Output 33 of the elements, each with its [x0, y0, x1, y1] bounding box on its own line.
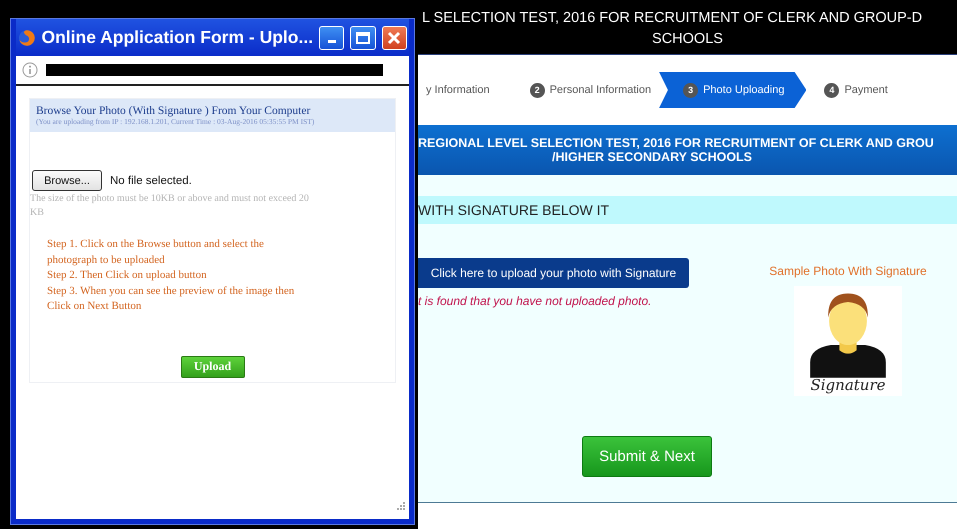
window-title: Online Application Form - Uplo... — [41, 27, 314, 48]
browse-button[interactable]: Browse... — [32, 170, 102, 191]
file-status: No file selected. — [110, 174, 192, 186]
maximize-icon — [356, 32, 370, 44]
upload-photo-button[interactable]: Click here to upload your photo with Signature — [418, 258, 689, 288]
banner-title: REGIONAL LEVEL SELECTION TEST, 2016 FOR RECRUITMENT OF CLERK AND GROU — [418, 136, 935, 150]
header-title: L SELECTION TEST, 2016 FOR RECRUITMENT OF CLERK AND GROUP-D — [421, 9, 922, 28]
step-number: 3 — [683, 82, 698, 98]
error-message: t is found that you have not uploaded photo. — [418, 294, 653, 308]
instruction-step: Step 2. Then Click on upload button — [47, 268, 312, 284]
resize-grip-icon[interactable] — [396, 501, 406, 511]
header-title: SCHOOLS — [652, 30, 723, 49]
signature-text: Signature — [810, 376, 886, 394]
step-number: 4 — [824, 82, 840, 98]
instruction-step: Step 3. When you can see the preview of the image then Click on Next Button — [47, 284, 312, 314]
panel-title: Browse Your Photo (With Signature ) From Your Computer — [36, 105, 312, 117]
maximize-button[interactable] — [350, 26, 376, 50]
browser-logo-icon — [18, 28, 36, 46]
info-icon — [22, 62, 38, 78]
minimize-icon — [328, 40, 336, 43]
close-button[interactable] — [382, 26, 407, 50]
step-number: 2 — [530, 82, 545, 98]
minimize-button[interactable] — [319, 26, 344, 50]
sample-label: Sample Photo With Signature — [769, 264, 927, 278]
section-heading: WITH SIGNATURE BELOW IT — [418, 196, 957, 224]
banner-title: /HIGHER SECONDARY SCHOOLS — [551, 150, 754, 164]
wizard-step: 2 Personal Information — [522, 72, 660, 108]
size-note: The size of the photo must be 10KB or above and must not exceed 20 KB — [30, 192, 310, 220]
wizard-step: 3 Photo Uploading — [659, 72, 806, 108]
instruction-step: Step 1. Click on the Browse button and select the photograph to be uploaded — [47, 237, 312, 268]
close-icon — [387, 30, 402, 44]
wizard-step: 4 Payment — [816, 72, 896, 108]
wizard-step: y Information — [418, 72, 498, 108]
